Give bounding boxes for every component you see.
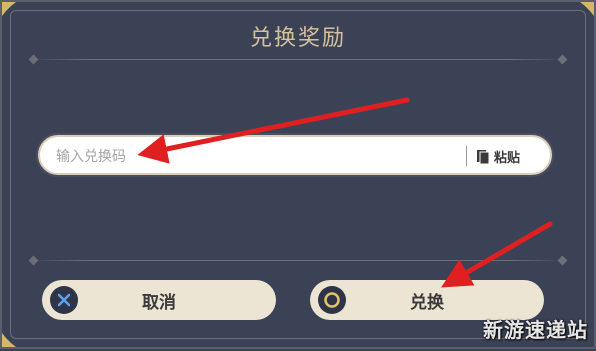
redeem-code-field: 粘贴 (38, 135, 552, 175)
watermark: 新游速递站 (483, 318, 588, 342)
cancel-button[interactable]: 取消 (42, 280, 276, 320)
corner-ornament-icon (576, 2, 594, 20)
cancel-label: 取消 (142, 292, 176, 313)
corner-ornament-icon (2, 2, 20, 20)
separator (466, 146, 467, 166)
o-circle-icon (318, 286, 346, 314)
paste-button[interactable]: 粘贴 (476, 143, 520, 169)
x-circle-icon (50, 286, 78, 314)
dialog-title: 兑换奖励 (249, 26, 346, 51)
corner-ornament-icon (2, 329, 20, 347)
clipboard-icon (476, 148, 490, 164)
divider (28, 54, 568, 65)
paste-label: 粘贴 (494, 150, 521, 166)
divider (28, 255, 568, 266)
redeem-code-input[interactable] (54, 143, 458, 171)
redeem-label: 兑换 (410, 292, 444, 313)
redeem-dialog: 兑换奖励 粘贴 取消 (0, 0, 596, 349)
